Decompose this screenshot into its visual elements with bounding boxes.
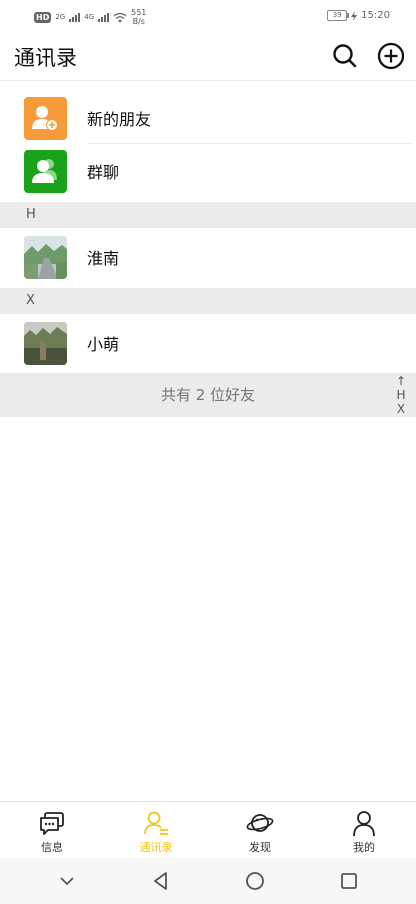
contact-row[interactable]: 小萌 [0, 316, 416, 369]
nav-collapse-button[interactable] [47, 861, 87, 901]
new-friends-label: 新的朋友 [87, 110, 152, 129]
signal-icon-2 [98, 12, 110, 22]
friend-count: 共有 2 位好友 [0, 373, 416, 417]
new-friends-entry[interactable]: 新的朋友 [0, 91, 416, 144]
section-header-x: X [0, 288, 416, 314]
status-left: HD 2G 4G 551 B/s [34, 8, 146, 26]
contacts-icon [144, 811, 168, 835]
profile-icon [353, 811, 375, 837]
page-title: 通讯录 [14, 46, 77, 70]
net-speed-unit: B/s [132, 17, 145, 26]
search-button[interactable] [331, 42, 359, 70]
status-bar: HD 2G 4G 551 B/s 39 15:20 [0, 0, 416, 34]
home-circle-icon [246, 872, 264, 890]
contact-avatar [24, 236, 67, 279]
group-chat-label: 群聊 [87, 163, 120, 182]
contact-row[interactable]: 淮南 [0, 230, 416, 283]
add-circle-icon [377, 42, 405, 70]
group-chat-icon [24, 150, 67, 193]
net-speed-value: 551 [131, 8, 147, 17]
clock: 15:20 [361, 10, 390, 21]
contact-avatar [24, 322, 67, 365]
contact-name: 小萌 [87, 335, 120, 354]
status-right: 39 15:20 [327, 10, 390, 21]
header: 通讯录 [0, 34, 416, 81]
add-button[interactable] [377, 42, 405, 70]
nav-recents-button[interactable] [329, 861, 369, 901]
tab-discover[interactable]: 发现 [208, 802, 312, 858]
system-nav-bar [0, 858, 416, 904]
message-icon [40, 812, 64, 835]
signal-icon [69, 12, 81, 22]
network-2g-label: 2G [55, 13, 66, 21]
battery-icon: 39 [327, 10, 350, 21]
index-top[interactable]: ↑ [396, 374, 406, 388]
network-4g-label: 4G [84, 13, 95, 21]
tab-label: 我的 [353, 841, 375, 854]
hd-badge: HD [34, 11, 52, 23]
net-speed: 551 B/s [131, 8, 146, 26]
chevron-down-icon [60, 877, 74, 886]
contact-name: 淮南 [87, 249, 120, 268]
tab-contacts[interactable]: 通讯录 [104, 802, 208, 858]
tab-messages[interactable]: 信息 [0, 802, 104, 858]
tab-me[interactable]: 我的 [312, 802, 416, 858]
charging-icon [351, 10, 358, 21]
add-friend-icon [24, 97, 67, 140]
bottom-tab-bar: 信息 通讯录 发现 我的 [0, 801, 416, 858]
back-triangle-icon [154, 872, 167, 890]
wifi-icon [113, 12, 127, 22]
nav-back-button[interactable] [141, 861, 181, 901]
tab-label: 信息 [41, 841, 63, 854]
tab-label: 通讯录 [139, 841, 173, 854]
tab-label: 发现 [249, 841, 271, 854]
alphabet-index-bar[interactable]: ↑ H X [395, 374, 407, 416]
planet-icon [246, 814, 274, 832]
group-chat-entry[interactable]: 群聊 [0, 144, 416, 197]
index-h[interactable]: H [396, 388, 405, 402]
nav-home-button[interactable] [235, 861, 275, 901]
search-icon [333, 44, 357, 68]
index-x[interactable]: X [397, 402, 405, 416]
contacts-screen: HD 2G 4G 551 B/s 39 15:20 通讯录 新的朋友 群聊 H … [0, 0, 416, 904]
section-header-h: H [0, 202, 416, 228]
recent-square-icon [341, 873, 357, 889]
